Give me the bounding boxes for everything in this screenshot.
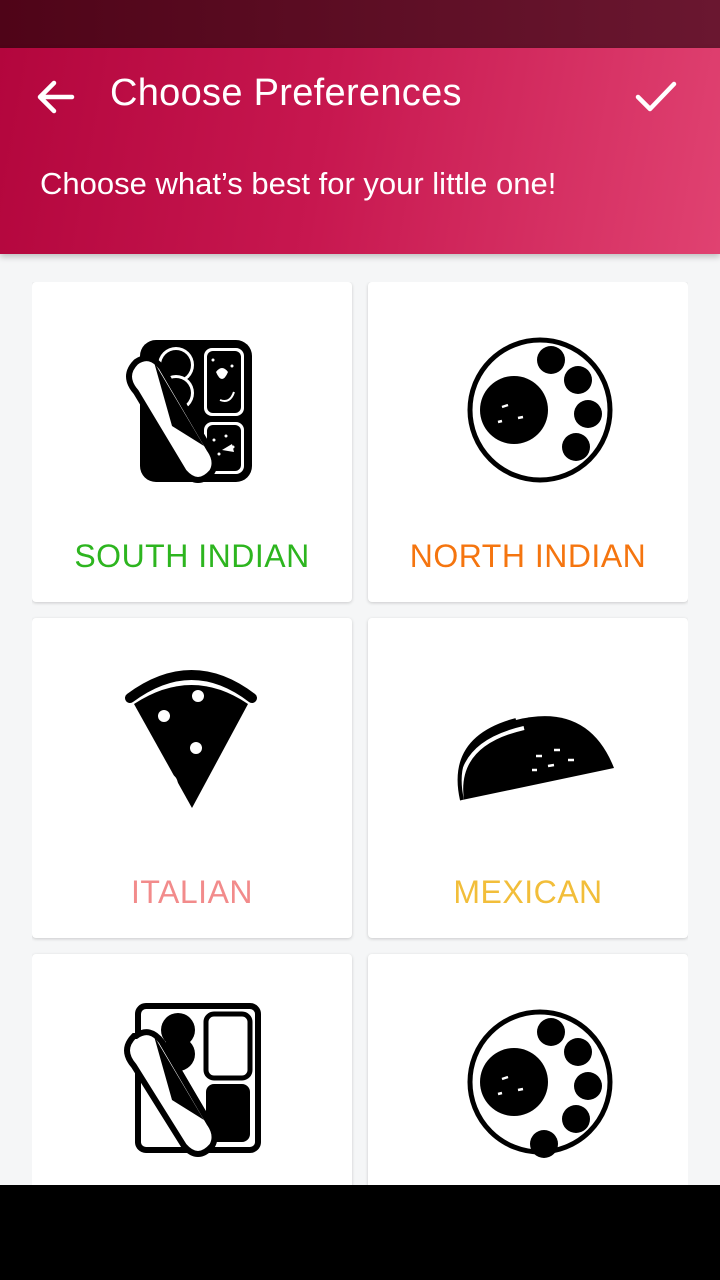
- system-navigation-bar: [0, 1185, 720, 1280]
- checkmark-icon: [635, 81, 677, 112]
- pizza-icon: [125, 670, 257, 808]
- cuisine-card-south-indian[interactable]: SOUTH INDIAN: [32, 282, 352, 602]
- arrow-left-icon: [37, 80, 75, 114]
- status-bar: [0, 0, 720, 48]
- cuisine-label: ITALIAN: [130, 874, 254, 910]
- tiffin-icon: [124, 1003, 261, 1157]
- cuisine-grid: SOUTH INDIAN NORTH INDIAN ITALIAN MEXICA…: [32, 282, 688, 1185]
- page-subtitle: Choose what’s best for your little one!: [40, 166, 557, 201]
- cuisine-card-5[interactable]: [32, 954, 352, 1185]
- app-bar: Choose Preferences Choose what’s best fo…: [0, 48, 720, 254]
- cuisine-card-north-indian[interactable]: NORTH INDIAN: [368, 282, 688, 602]
- cuisine-label: SOUTH INDIAN: [74, 538, 310, 574]
- back-button[interactable]: [30, 75, 82, 119]
- page-title: Choose Preferences: [110, 72, 462, 114]
- plate-icon: [467, 1009, 613, 1158]
- thali-icon: [126, 340, 252, 483]
- cuisine-label: NORTH INDIAN: [409, 538, 647, 574]
- cuisine-label: MEXICAN: [453, 874, 603, 910]
- confirm-button[interactable]: [630, 75, 682, 119]
- plate-icon: [467, 337, 613, 483]
- cuisine-card-mexican[interactable]: MEXICAN: [368, 618, 688, 938]
- cuisine-card-6[interactable]: [368, 954, 688, 1185]
- cuisine-card-italian[interactable]: ITALIAN: [32, 618, 352, 938]
- taco-icon: [457, 716, 614, 801]
